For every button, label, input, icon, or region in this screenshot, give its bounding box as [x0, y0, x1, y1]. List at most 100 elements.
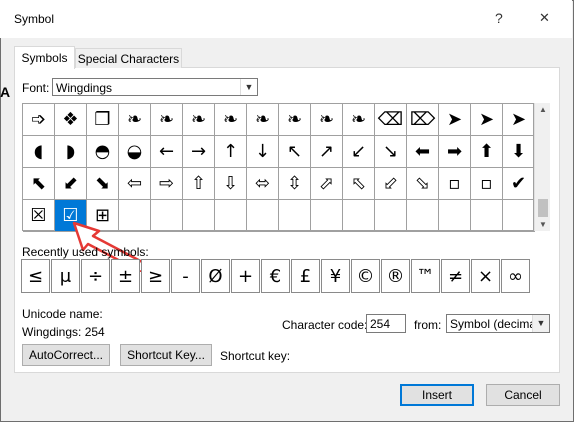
symbol-cell[interactable]: ❧: [247, 104, 279, 136]
symbol-cell[interactable]: ▫: [471, 168, 503, 200]
symbol-cell[interactable]: ❧: [183, 104, 215, 136]
insert-button[interactable]: Insert: [400, 384, 474, 406]
symbol-cell[interactable]: ⬃: [375, 168, 407, 200]
scroll-thumb[interactable]: [538, 199, 548, 217]
character-code-label: Character code:: [282, 318, 368, 332]
symbol-cell[interactable]: ❧: [311, 104, 343, 136]
chevron-down-icon[interactable]: ▼: [532, 315, 549, 332]
dialog-title: Symbol: [14, 12, 55, 26]
help-button[interactable]: ?: [495, 10, 503, 26]
symbol-cell[interactable]: ↗: [311, 136, 343, 168]
recent-symbol[interactable]: ™: [411, 259, 440, 293]
symbol-cell[interactable]: [279, 200, 311, 232]
symbol-cell[interactable]: ⬄: [247, 168, 279, 200]
recent-symbol[interactable]: ®: [381, 259, 410, 293]
symbol-cell[interactable]: ⬉: [23, 168, 55, 200]
symbol-cell[interactable]: [471, 200, 503, 232]
symbol-cell[interactable]: ➤: [439, 104, 471, 136]
symbol-cell[interactable]: [247, 200, 279, 232]
symbol-cell[interactable]: →: [183, 136, 215, 168]
symbol-cell[interactable]: ◒: [119, 136, 151, 168]
symbol-cell[interactable]: ➡: [439, 136, 471, 168]
symbol-cell[interactable]: [375, 200, 407, 232]
chevron-down-icon[interactable]: ▼: [240, 79, 257, 95]
scroll-down-icon[interactable]: ▼: [535, 220, 551, 229]
symbol-cell[interactable]: ⌫: [375, 104, 407, 136]
symbol-cell[interactable]: ↘: [375, 136, 407, 168]
symbol-cell[interactable]: ⬋: [55, 168, 87, 200]
symbol-cell[interactable]: ↑: [215, 136, 247, 168]
symbol-cell[interactable]: ⇧: [183, 168, 215, 200]
recent-symbol[interactable]: ≥: [141, 259, 170, 293]
tab-special-characters[interactable]: Special Characters: [75, 48, 182, 68]
shortcut-key-button[interactable]: Shortcut Key...: [120, 344, 212, 366]
symbol-cell[interactable]: ⇨: [151, 168, 183, 200]
tab-symbols[interactable]: Symbols: [14, 46, 75, 69]
symbol-cell[interactable]: ⬂: [407, 168, 439, 200]
symbol-cell[interactable]: ⬆: [471, 136, 503, 168]
symbol-cell[interactable]: ⌦: [407, 104, 439, 136]
symbol-cell[interactable]: ➩: [23, 104, 55, 136]
recent-symbol[interactable]: ±: [111, 259, 140, 293]
symbol-cell[interactable]: [503, 200, 535, 232]
recent-symbol[interactable]: ©: [351, 259, 380, 293]
symbol-cell[interactable]: ↖: [279, 136, 311, 168]
symbol-cell[interactable]: ▫: [439, 168, 471, 200]
symbol-cell[interactable]: ❐: [87, 104, 119, 136]
symbol-cell[interactable]: ⬇: [503, 136, 535, 168]
from-dropdown[interactable]: Symbol (decimal) ▼: [446, 314, 550, 333]
title-bar: [0, 0, 572, 38]
symbol-cell[interactable]: ❧: [279, 104, 311, 136]
symbol-cell[interactable]: ❧: [119, 104, 151, 136]
symbol-cell[interactable]: ☒: [23, 200, 55, 232]
recent-symbol[interactable]: ÷: [81, 259, 110, 293]
recent-symbol[interactable]: +: [231, 259, 260, 293]
recent-symbol[interactable]: Ø: [201, 259, 230, 293]
autocorrect-button[interactable]: AutoCorrect...: [22, 344, 110, 366]
from-value: Symbol (decimal): [450, 317, 543, 331]
symbol-cell[interactable]: ⬊: [87, 168, 119, 200]
symbol-cell[interactable]: ←: [151, 136, 183, 168]
symbol-cell[interactable]: ◖: [23, 136, 55, 168]
grid-scrollbar[interactable]: ▲ ▼: [534, 103, 550, 231]
symbol-cell[interactable]: ⬅: [407, 136, 439, 168]
symbol-cell[interactable]: ⬀: [311, 168, 343, 200]
symbol-cell[interactable]: ✔: [503, 168, 535, 200]
symbol-cell[interactable]: [311, 200, 343, 232]
symbol-cell[interactable]: ⇦: [119, 168, 151, 200]
recent-symbol[interactable]: €: [261, 259, 290, 293]
symbol-cell[interactable]: ◓: [87, 136, 119, 168]
recent-symbol[interactable]: £: [291, 259, 320, 293]
from-label: from:: [414, 318, 442, 332]
font-dropdown[interactable]: Wingdings ▼: [52, 78, 258, 96]
symbol-cell[interactable]: ➤: [471, 104, 503, 136]
symbol-cell[interactable]: ❧: [151, 104, 183, 136]
character-code-field[interactable]: 254: [366, 314, 406, 333]
symbol-cell[interactable]: ➤: [503, 104, 535, 136]
recent-symbol[interactable]: ×: [471, 259, 500, 293]
recent-symbol[interactable]: ∞: [501, 259, 530, 293]
recent-symbol[interactable]: -: [171, 259, 200, 293]
symbol-cell[interactable]: [407, 200, 439, 232]
unicode-name-label: Unicode name:: [22, 307, 103, 321]
symbol-cell[interactable]: ⇩: [215, 168, 247, 200]
symbol-cell[interactable]: ⇳: [279, 168, 311, 200]
cancel-button[interactable]: Cancel: [486, 384, 560, 406]
symbol-cell[interactable]: [439, 200, 471, 232]
symbol-cell[interactable]: ❧: [215, 104, 247, 136]
recent-symbol[interactable]: μ: [51, 259, 80, 293]
symbol-cell[interactable]: ↙: [343, 136, 375, 168]
symbol-cell[interactable]: [215, 200, 247, 232]
symbol-cell[interactable]: ❖: [55, 104, 87, 136]
scroll-up-icon[interactable]: ▲: [535, 105, 551, 114]
recent-symbol[interactable]: ¥: [321, 259, 350, 293]
recent-symbol[interactable]: ≤: [21, 259, 50, 293]
symbol-cell[interactable]: ◗: [55, 136, 87, 168]
symbol-cell[interactable]: ❧: [343, 104, 375, 136]
symbol-cell[interactable]: [343, 200, 375, 232]
symbol-cell[interactable]: ⬁: [343, 168, 375, 200]
close-icon[interactable]: ✕: [539, 10, 550, 26]
symbol-cell[interactable]: [183, 200, 215, 232]
symbol-cell[interactable]: ↓: [247, 136, 279, 168]
recent-symbol[interactable]: ≠: [441, 259, 470, 293]
